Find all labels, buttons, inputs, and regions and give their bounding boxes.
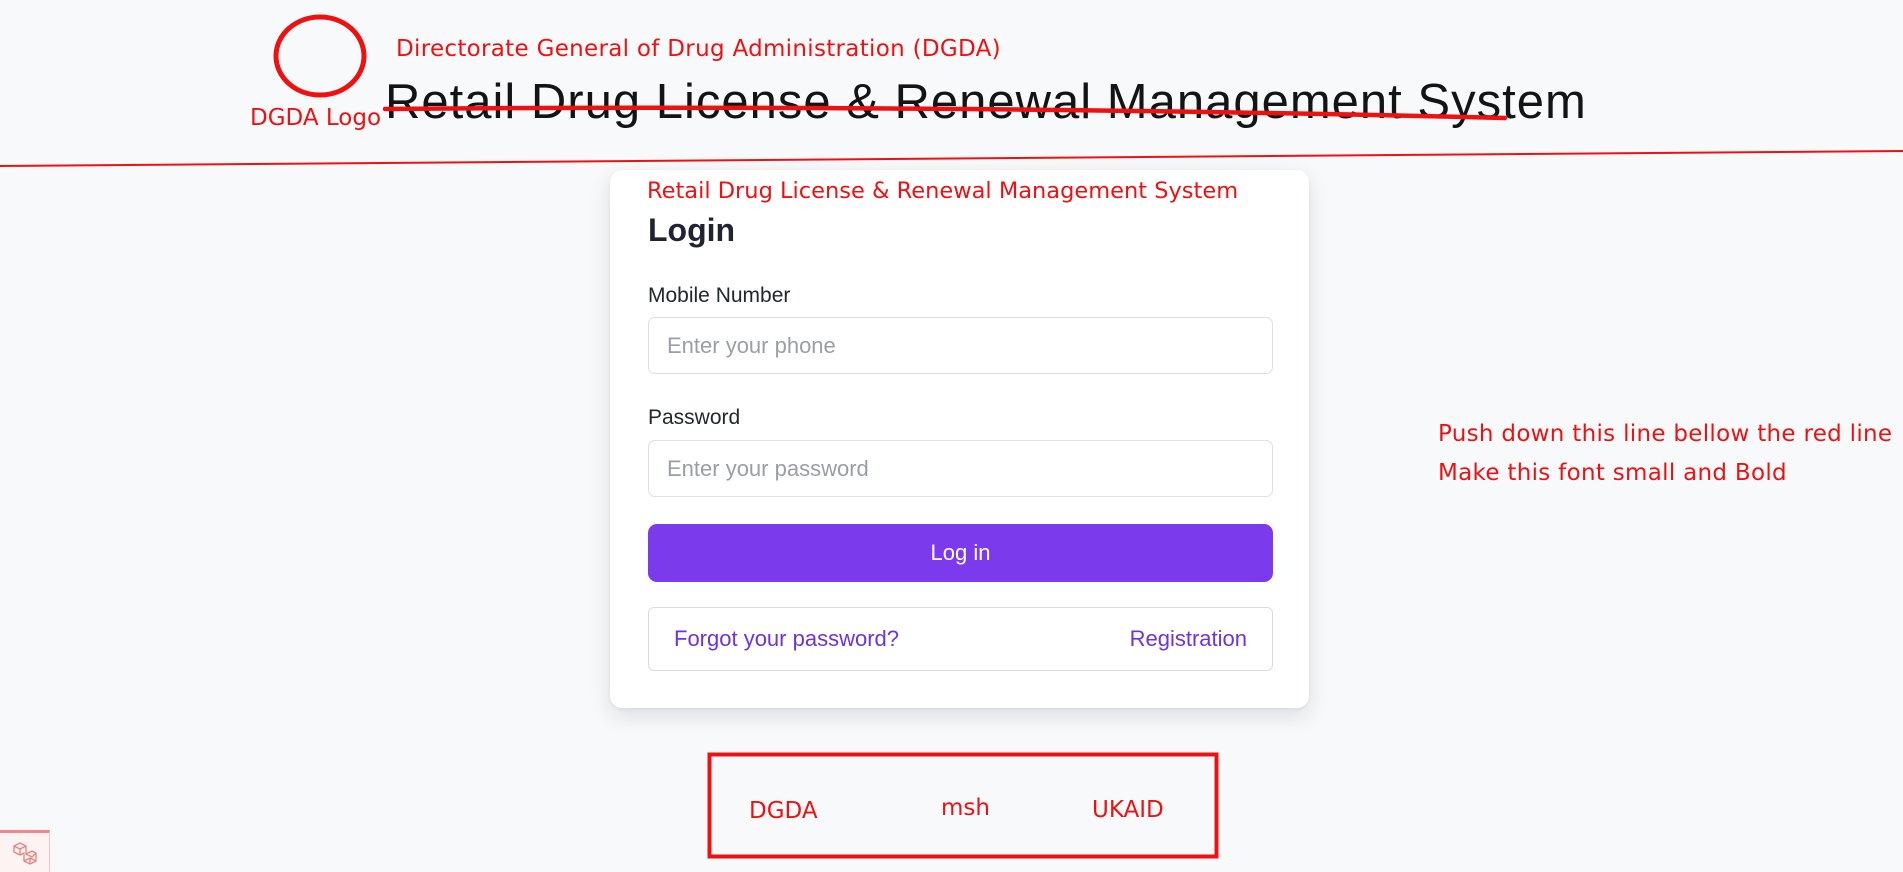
annotation-note-1: Push down this line bellow the red line — [1438, 421, 1893, 447]
org-name-annotation: Directorate General of Drug Administrati… — [396, 36, 1001, 62]
password-label: Password — [648, 406, 741, 429]
registration-link[interactable]: Registration — [1130, 626, 1247, 651]
mobile-number-input[interactable] — [648, 317, 1273, 374]
laravel-logo-glyph — [12, 841, 37, 865]
header-divider-line — [0, 150, 1903, 167]
laravel-icon[interactable] — [0, 830, 50, 872]
partner-msh-label: msh — [941, 795, 990, 821]
partner-ukaid-label: UKAID — [1092, 797, 1164, 823]
login-button[interactable]: Log in — [648, 524, 1273, 582]
login-heading: Login — [648, 212, 736, 248]
logo-placeholder-circle — [273, 14, 367, 98]
password-input[interactable] — [648, 440, 1273, 497]
annotation-note-2: Make this font small and Bold — [1438, 460, 1787, 486]
system-title: Retail Drug License & Renewal Management… — [385, 75, 1587, 129]
login-page: Directorate General of Drug Administrati… — [0, 0, 1903, 872]
mobile-number-label: Mobile Number — [648, 284, 791, 307]
logo-placeholder-label: DGDA Logo — [250, 105, 382, 131]
auth-links-box: Forgot your password? Registration — [648, 607, 1273, 671]
partner-dgda-label: DGDA — [749, 798, 818, 824]
card-subtitle-annotation: Retail Drug License & Renewal Management… — [647, 178, 1239, 204]
forgot-password-link[interactable]: Forgot your password? — [674, 626, 899, 651]
